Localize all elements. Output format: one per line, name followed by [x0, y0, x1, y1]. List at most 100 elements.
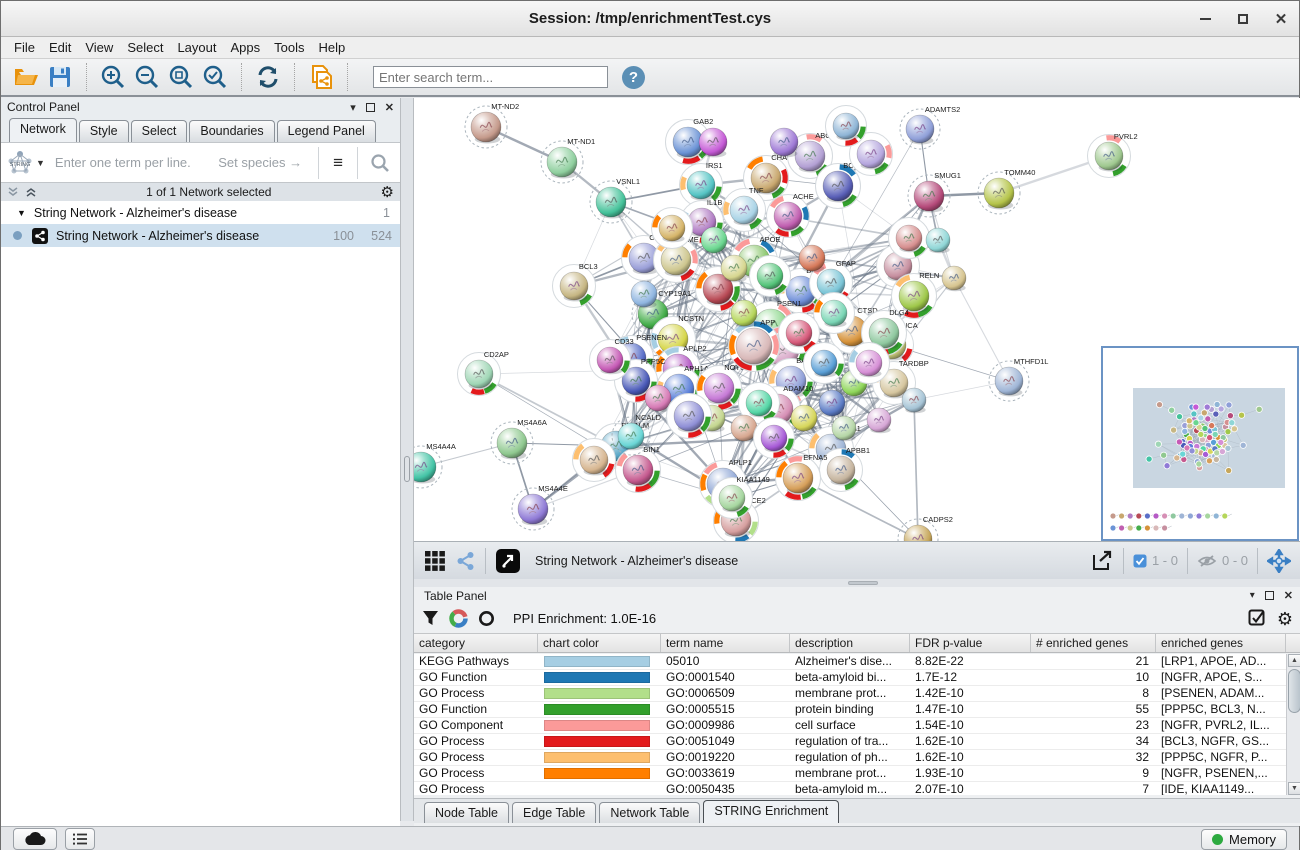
- birds-eye-view[interactable]: [1101, 346, 1299, 541]
- enrichment-settings-gear-icon[interactable]: ⚙: [1277, 610, 1293, 628]
- string-logo-icon[interactable]: STRING: [5, 148, 35, 178]
- network-canvas[interactable]: MT-ND2MT-ND1VSNL1GAB2IRS1CHATABCA7BCHEAC…: [414, 98, 1300, 541]
- open-file-button[interactable]: [11, 62, 41, 92]
- network-node[interactable]: [814, 293, 855, 334]
- share-view-icon[interactable]: [456, 551, 476, 571]
- zoom-fit-button[interactable]: [166, 62, 196, 92]
- network-node[interactable]: [791, 405, 817, 432]
- network-node[interactable]: EFNA5: [776, 453, 828, 501]
- maximize-button[interactable]: [1235, 11, 1251, 27]
- network-node[interactable]: [731, 300, 757, 327]
- column-header-FDR-p-value[interactable]: FDR p-value: [910, 634, 1031, 652]
- column-header-term-name[interactable]: term name: [661, 634, 790, 652]
- scroll-up-arrow[interactable]: ▲: [1288, 654, 1300, 667]
- network-node[interactable]: MTHFD1L: [989, 357, 1048, 401]
- filter-icon[interactable]: [422, 610, 439, 627]
- network-node[interactable]: [667, 394, 712, 439]
- tab-style[interactable]: Style: [79, 120, 129, 142]
- tab-network[interactable]: Network: [9, 118, 77, 142]
- menu-edit[interactable]: Edit: [42, 37, 78, 59]
- table-scrollbar[interactable]: ▲ ▼: [1286, 654, 1300, 795]
- zoom-in-button[interactable]: [98, 62, 128, 92]
- cloud-tasks-button[interactable]: [13, 828, 57, 850]
- tab-string-enrichment[interactable]: STRING Enrichment: [703, 800, 839, 823]
- network-node[interactable]: [652, 208, 693, 249]
- table-row[interactable]: GO ProcessGO:0019220regulation of ph...1…: [414, 750, 1286, 766]
- network-node[interactable]: [645, 385, 671, 412]
- panel-menu-icon[interactable]: ▾: [350, 101, 356, 114]
- table-row[interactable]: GO ProcessGO:0051049regulation of tra...…: [414, 734, 1286, 750]
- network-node[interactable]: TNF: [723, 186, 766, 232]
- network-node[interactable]: MT-ND1: [541, 137, 595, 183]
- select-columns-icon[interactable]: [1248, 609, 1267, 628]
- network-node[interactable]: [754, 418, 795, 459]
- menu-file[interactable]: File: [7, 37, 42, 59]
- network-node[interactable]: [573, 439, 616, 482]
- network-node[interactable]: CD2AP: [458, 350, 509, 396]
- table-splitter-handle[interactable]: [848, 581, 878, 585]
- table-row[interactable]: GO FunctionGO:0005515protein binding1.47…: [414, 702, 1286, 718]
- menu-select[interactable]: Select: [120, 37, 170, 59]
- network-node[interactable]: BCL3: [553, 262, 598, 308]
- tree-expand-icon[interactable]: ▼: [17, 208, 26, 218]
- minimize-button[interactable]: [1197, 11, 1213, 27]
- network-collection-row[interactable]: ▼ String Network - Alzheimer's disease 1: [1, 201, 400, 224]
- network-node[interactable]: [826, 106, 867, 147]
- pan-navigation-icon[interactable]: [1267, 549, 1291, 573]
- menu-view[interactable]: View: [78, 37, 120, 59]
- menu-tools[interactable]: Tools: [267, 37, 311, 59]
- search-input[interactable]: [373, 66, 608, 88]
- table-panel-menu-icon[interactable]: ▾: [1250, 590, 1255, 601]
- network-node[interactable]: [819, 390, 845, 417]
- panel-splitter[interactable]: [401, 98, 414, 821]
- string-options-button[interactable]: ≡: [325, 153, 351, 173]
- save-session-button[interactable]: [45, 62, 75, 92]
- network-row[interactable]: String Network - Alzheimer's disease 100…: [1, 224, 400, 247]
- network-node[interactable]: TOMM40: [978, 168, 1035, 214]
- column-header-chart-color[interactable]: chart color: [538, 634, 661, 652]
- network-node[interactable]: [631, 281, 657, 308]
- network-node[interactable]: [889, 218, 930, 259]
- expand-all-icon[interactable]: [25, 186, 37, 198]
- menu-help[interactable]: Help: [312, 37, 353, 59]
- network-node[interactable]: [867, 408, 891, 433]
- network-node[interactable]: [832, 416, 856, 441]
- network-node[interactable]: [902, 388, 926, 413]
- tab-network-table[interactable]: Network Table: [599, 802, 700, 823]
- column-header-enriched-genes[interactable]: # enriched genes: [1031, 634, 1156, 652]
- network-node[interactable]: [942, 266, 966, 291]
- column-header-description[interactable]: description: [790, 634, 910, 652]
- network-node[interactable]: [770, 128, 798, 157]
- column-header-category[interactable]: category: [414, 634, 538, 652]
- tab-legend-panel[interactable]: Legend Panel: [277, 120, 376, 142]
- column-header-enriched-genes[interactable]: enriched genes: [1156, 634, 1286, 652]
- table-row[interactable]: GO FunctionGO:0001540beta-amyloid bi...1…: [414, 670, 1286, 686]
- table-float-icon[interactable]: [1265, 591, 1274, 600]
- string-query-input[interactable]: Enter one term per line.: [55, 155, 218, 170]
- scroll-down-arrow[interactable]: ▼: [1288, 782, 1300, 795]
- network-node[interactable]: CADPS2: [898, 515, 953, 541]
- menu-apps[interactable]: Apps: [224, 37, 268, 59]
- network-node[interactable]: MS4A6A: [491, 418, 547, 464]
- species-selector[interactable]: Set species →: [218, 155, 302, 170]
- table-row[interactable]: GO ProcessGO:0050435beta-amyloid m...2.0…: [414, 782, 1286, 795]
- close-button[interactable]: ✕: [1273, 11, 1289, 27]
- table-row[interactable]: GO ProcessGO:0033619membrane prot...1.93…: [414, 766, 1286, 782]
- menu-layout[interactable]: Layout: [170, 37, 223, 59]
- ring-chart-icon[interactable]: [478, 610, 495, 627]
- network-node[interactable]: [721, 255, 747, 282]
- task-history-button[interactable]: [65, 828, 95, 850]
- string-search-button[interactable]: [370, 153, 390, 173]
- network-node[interactable]: [701, 227, 727, 254]
- network-node[interactable]: MS4A4A: [414, 442, 456, 488]
- tab-edge-table[interactable]: Edge Table: [512, 802, 596, 823]
- network-node[interactable]: [849, 343, 890, 384]
- table-panel-splitter[interactable]: [414, 579, 1300, 587]
- table-row[interactable]: GO ProcessGO:0006509membrane prot...1.42…: [414, 686, 1286, 702]
- help-button[interactable]: ?: [622, 66, 645, 89]
- network-node[interactable]: [926, 228, 950, 253]
- tab-node-table[interactable]: Node Table: [424, 802, 509, 823]
- memory-button[interactable]: Memory: [1201, 829, 1287, 850]
- network-node[interactable]: VSNL1: [590, 177, 640, 223]
- network-node[interactable]: [699, 128, 727, 157]
